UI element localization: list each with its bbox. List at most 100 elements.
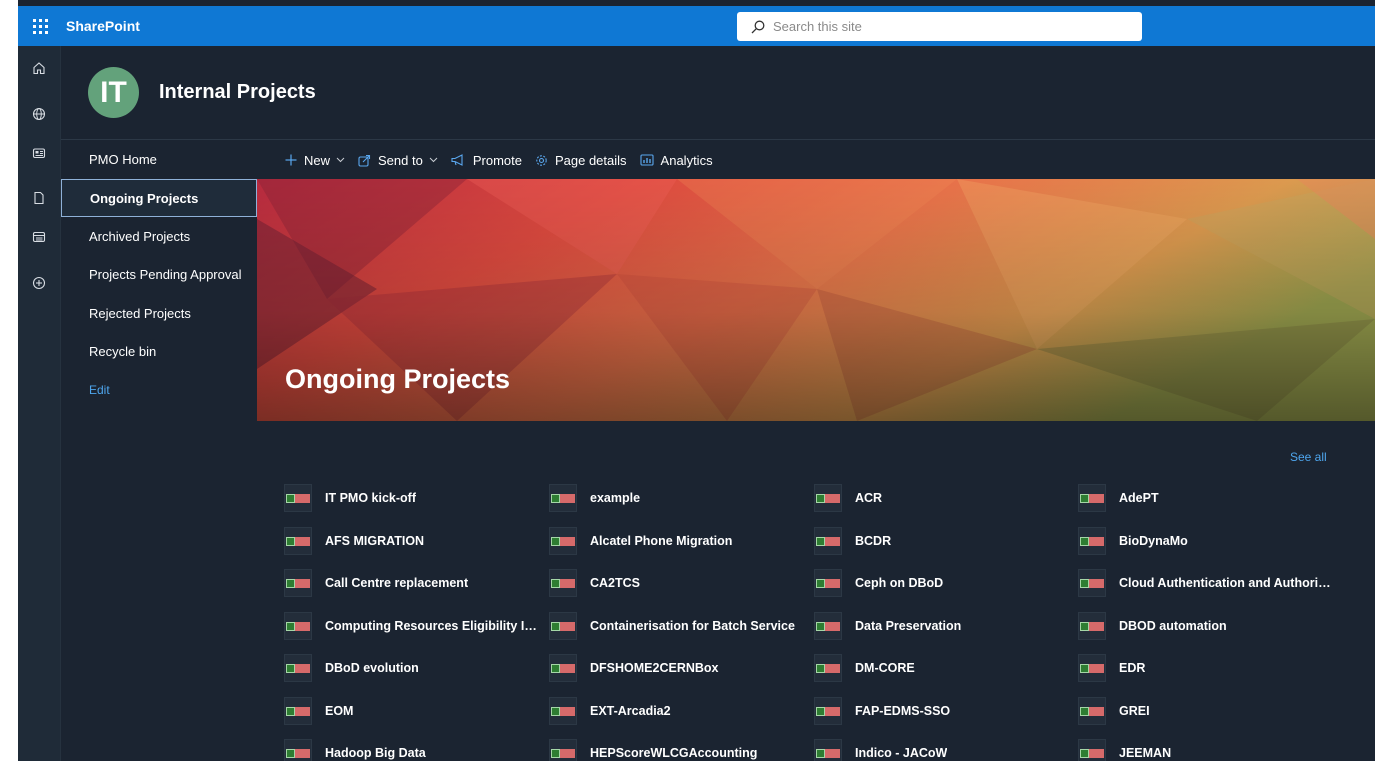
add-circle-icon[interactable] (30, 274, 48, 292)
home-icon[interactable] (30, 59, 48, 77)
quick-link-label: EXT-Arcadia2 (590, 704, 671, 718)
file-icon[interactable] (30, 189, 48, 207)
quick-link-item[interactable]: AFS MIGRATION (284, 527, 424, 555)
nav-item-pmo-home[interactable]: PMO Home (61, 141, 257, 178)
quick-link-label: EOM (325, 704, 354, 718)
quick-link-item[interactable]: CA2TCS (549, 569, 640, 597)
pmo-thumbnail-icon (1078, 612, 1106, 640)
chevron-down-icon (336, 157, 345, 163)
quick-link-label: Containerisation for Batch Service (590, 619, 795, 633)
search-icon (751, 20, 765, 34)
see-all-link[interactable]: See all (1290, 450, 1327, 464)
quick-link-label: Hadoop Big Data (325, 746, 426, 760)
pmo-thumbnail-icon (284, 612, 312, 640)
quick-link-item[interactable]: FAP-EDMS-SSO (814, 697, 950, 725)
quick-link-label: HEPScoreWLCGAccounting (590, 746, 758, 760)
app-launcher-icon[interactable] (18, 6, 62, 46)
analytics-button[interactable]: Analytics (639, 153, 713, 168)
quick-link-item[interactable]: Cloud Authentication and Authoris... (1078, 569, 1331, 597)
quick-link-item[interactable]: EDR (1078, 654, 1145, 682)
quick-link-label: BCDR (855, 534, 892, 548)
quick-link-label: AdePT (1119, 491, 1159, 505)
quick-link-item[interactable]: BioDynaMo (1078, 527, 1188, 555)
new-label: New (304, 152, 331, 168)
pmo-thumbnail-icon (549, 484, 577, 512)
quick-link-label: Alcatel Phone Migration (590, 534, 733, 548)
quick-link-item[interactable]: Call Centre replacement (284, 569, 468, 597)
promote-button[interactable]: Promote (451, 153, 522, 168)
quick-link-item[interactable]: BCDR (814, 527, 891, 555)
quick-link-label: JEEMAN (1119, 746, 1172, 760)
quick-link-item[interactable]: AdePT (1078, 484, 1159, 512)
pmo-thumbnail-icon (549, 527, 577, 555)
nav-item-archived-projects[interactable]: Archived Projects (61, 218, 257, 255)
pmo-thumbnail-icon (1078, 654, 1106, 682)
quick-link-label: IT PMO kick-off (325, 491, 416, 505)
quick-link-label: Computing Resources Eligibility Im... (325, 619, 537, 633)
app-name[interactable]: SharePoint (66, 18, 140, 34)
quick-link-item[interactable]: Hadoop Big Data (284, 739, 426, 761)
suite-bar: SharePoint (18, 6, 1375, 46)
new-button[interactable]: New (285, 153, 345, 168)
pmo-thumbnail-icon (814, 484, 842, 512)
nav-item-rejected-projects[interactable]: Rejected Projects (61, 295, 257, 332)
quick-link-item[interactable]: IT PMO kick-off (284, 484, 416, 512)
quick-link-label: Call Centre replacement (325, 576, 469, 590)
quick-link-item[interactable]: ACR (814, 484, 882, 512)
site-title[interactable]: Internal Projects (159, 81, 316, 104)
page-details-button[interactable]: Page details (535, 153, 627, 168)
nav-item-ongoing-projects[interactable]: Ongoing Projects (61, 179, 257, 217)
search-input[interactable] (773, 19, 1113, 34)
quick-link-item[interactable]: Indico - JACoW (814, 739, 947, 761)
pmo-thumbnail-icon (549, 739, 577, 761)
quick-link-item[interactable]: EXT-Arcadia2 (549, 697, 671, 725)
chevron-down-icon (429, 157, 438, 163)
pmo-thumbnail-icon (814, 739, 842, 761)
quick-link-item[interactable]: JEEMAN (1078, 739, 1171, 761)
quick-link-label: CA2TCS (590, 576, 641, 590)
pmo-thumbnail-icon (1078, 739, 1106, 761)
plus-icon (285, 154, 297, 166)
megaphone-icon (451, 154, 463, 166)
quick-link-item[interactable]: GREI (1078, 697, 1150, 725)
quick-link-label: GREI (1119, 704, 1150, 718)
site-logo[interactable]: IT (88, 67, 139, 118)
quick-link-item[interactable]: Data Preservation (814, 612, 961, 640)
nav-item-projects-pending-approval[interactable]: Projects Pending Approval (61, 256, 257, 293)
list-icon[interactable] (30, 228, 48, 246)
quick-link-item[interactable]: Ceph on DBoD (814, 569, 943, 597)
quick-link-item[interactable]: Containerisation for Batch Service (549, 612, 795, 640)
news-icon[interactable] (30, 144, 48, 162)
promote-label: Promote (472, 152, 522, 168)
quick-link-item[interactable]: EOM (284, 697, 353, 725)
quick-link-label: DBoD evolution (325, 661, 419, 675)
quick-link-item[interactable]: Alcatel Phone Migration (549, 527, 732, 555)
page-details-label: Page details (554, 152, 627, 168)
quick-link-item[interactable]: example (549, 484, 640, 512)
command-bar: New Send to Promote Page details Analyti… (257, 141, 1375, 179)
send-to-label: Send to (378, 152, 423, 168)
quick-link-item[interactable]: DBOD automation (1078, 612, 1227, 640)
nav-edit-link[interactable]: Edit (61, 371, 257, 408)
search-box[interactable] (737, 12, 1142, 41)
quick-link-item[interactable]: DM-CORE (814, 654, 915, 682)
quick-link-item[interactable]: DBoD evolution (284, 654, 419, 682)
pmo-thumbnail-icon (549, 612, 577, 640)
quick-link-label: Ceph on DBoD (855, 576, 944, 590)
pmo-thumbnail-icon (284, 697, 312, 725)
quick-links-grid: IT PMO kick-off example ACR AdePT AFS MIGRAT… (284, 484, 1344, 761)
quick-link-item[interactable]: Computing Resources Eligibility Im... (284, 612, 537, 640)
pmo-thumbnail-icon (284, 527, 312, 555)
quick-link-item[interactable]: HEPScoreWLCGAccounting (549, 739, 757, 761)
pmo-thumbnail-icon (284, 484, 312, 512)
send-to-button[interactable]: Send to (358, 153, 438, 168)
pmo-thumbnail-icon (1078, 484, 1106, 512)
site-header: IT Internal Projects (61, 46, 1375, 140)
pmo-thumbnail-icon (814, 612, 842, 640)
quick-link-item[interactable]: DFSHOME2CERNBox (549, 654, 719, 682)
analytics-icon (639, 154, 654, 166)
nav-item-recycle-bin[interactable]: Recycle bin (61, 333, 257, 370)
pmo-thumbnail-icon (284, 739, 312, 761)
quick-link-label: ACR (855, 491, 883, 505)
globe-icon[interactable] (30, 105, 48, 123)
